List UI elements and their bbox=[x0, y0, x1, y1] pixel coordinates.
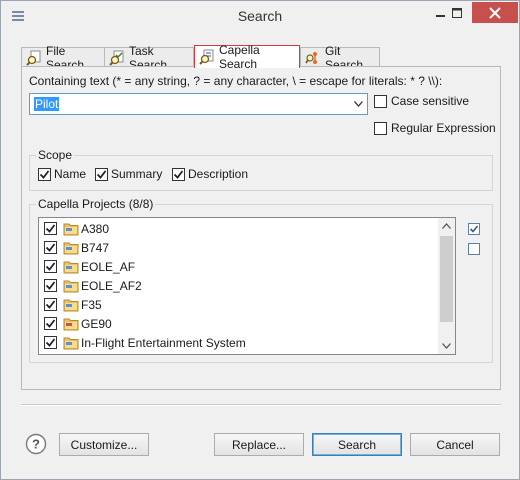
project-folder-icon bbox=[63, 223, 79, 235]
containing-text-label: Containing text (* = any string, ? = any… bbox=[29, 74, 443, 88]
project-folder-icon bbox=[63, 261, 79, 273]
project-folder-icon bbox=[63, 280, 79, 292]
scroll-thumb[interactable] bbox=[440, 236, 453, 322]
scroll-up-icon[interactable] bbox=[442, 223, 451, 229]
scope-summary-label: Summary bbox=[111, 167, 163, 181]
scope-description-checkbox[interactable] bbox=[172, 168, 185, 181]
project-label: GE90 bbox=[81, 316, 112, 331]
checkmark-icon bbox=[45, 262, 56, 271]
maximize-button[interactable] bbox=[444, 2, 470, 23]
project-checkbox[interactable] bbox=[44, 260, 57, 273]
project-label: B747 bbox=[81, 240, 110, 255]
project-folder-icon bbox=[63, 242, 79, 254]
customize-button[interactable]: Customize... bbox=[59, 433, 149, 456]
list-item[interactable]: EOLE_AF bbox=[39, 257, 439, 276]
replace-button[interactable]: Replace... bbox=[214, 433, 304, 456]
list-item[interactable]: EOLE_AF2 bbox=[39, 276, 439, 295]
deselect-all-icon[interactable] bbox=[467, 242, 481, 256]
tab-git-search[interactable]: Git Search bbox=[300, 44, 380, 72]
regular-expression-checkbox[interactable] bbox=[374, 122, 387, 135]
scope-description-label: Description bbox=[188, 167, 249, 181]
project-checkbox[interactable] bbox=[44, 241, 57, 254]
project-label: F35 bbox=[81, 297, 102, 312]
project-checkbox[interactable] bbox=[44, 279, 57, 292]
scope-summary-checkbox[interactable] bbox=[95, 168, 108, 181]
list-item[interactable]: A380 bbox=[39, 219, 439, 238]
search-text-value: Pilot bbox=[34, 97, 60, 111]
project-checkbox[interactable] bbox=[44, 222, 57, 235]
case-sensitive-checkbox[interactable] bbox=[374, 95, 387, 108]
checkmark-icon bbox=[173, 170, 184, 179]
checkmark-icon bbox=[96, 170, 107, 179]
projects-scrollbar[interactable] bbox=[438, 218, 455, 354]
checkmark-icon bbox=[45, 338, 56, 347]
project-label: EOLE_AF2 bbox=[81, 278, 142, 293]
file-search-icon bbox=[26, 50, 41, 66]
help-icon[interactable]: ? bbox=[25, 433, 47, 455]
checkmark-icon bbox=[45, 224, 56, 233]
tab-label: Capella Search bbox=[219, 43, 260, 71]
scope-title: Scope bbox=[36, 148, 75, 162]
git-search-icon bbox=[305, 51, 317, 64]
projects-list[interactable]: A380 B747 EOLE_AF EOLE_AF2 F35 GE90 In-F… bbox=[38, 217, 456, 355]
checkmark-icon bbox=[39, 170, 50, 179]
project-checkbox[interactable] bbox=[44, 298, 57, 311]
project-folder-icon bbox=[63, 318, 79, 330]
scroll-down-icon[interactable] bbox=[442, 343, 451, 349]
task-search-icon bbox=[109, 50, 124, 66]
checkmark-icon bbox=[45, 319, 56, 328]
search-dialog: Search File Search Task Search Capella S… bbox=[0, 0, 520, 480]
regular-expression-label: Regular Expression bbox=[391, 121, 496, 135]
close-icon bbox=[489, 6, 501, 19]
close-button[interactable] bbox=[472, 2, 518, 23]
tab-file-search[interactable]: File Search bbox=[21, 44, 105, 72]
project-folder-icon bbox=[63, 299, 79, 311]
list-item[interactable]: GE90 bbox=[39, 314, 439, 333]
search-text-combo[interactable]: Pilot bbox=[29, 93, 368, 115]
tab-task-search[interactable]: Task Search bbox=[104, 44, 194, 72]
search-button[interactable]: Search bbox=[312, 433, 402, 456]
select-all-icon[interactable] bbox=[467, 222, 481, 236]
projects-title: Capella Projects (8/8) bbox=[36, 197, 156, 211]
maximize-icon bbox=[452, 7, 462, 18]
checkmark-icon bbox=[45, 300, 56, 309]
list-item[interactable]: F35 bbox=[39, 295, 439, 314]
svg-text:?: ? bbox=[32, 437, 40, 452]
capella-search-icon bbox=[199, 49, 214, 65]
project-label: In-Flight Entertainment System bbox=[81, 335, 246, 350]
list-item[interactable]: In-Flight Entertainment System bbox=[39, 333, 439, 352]
case-sensitive-label: Case sensitive bbox=[391, 94, 470, 108]
scope-name-label: Name bbox=[54, 167, 87, 181]
project-folder-icon bbox=[63, 337, 79, 349]
list-item[interactable]: B747 bbox=[39, 238, 439, 257]
project-checkbox[interactable] bbox=[44, 336, 57, 349]
project-label: EOLE_AF bbox=[81, 259, 136, 274]
separator bbox=[21, 404, 501, 406]
cancel-button[interactable]: Cancel bbox=[410, 433, 500, 456]
tab-capella-search[interactable]: Capella Search bbox=[194, 43, 300, 71]
checkmark-icon bbox=[45, 281, 56, 290]
project-checkbox[interactable] bbox=[44, 317, 57, 330]
checkmark-icon bbox=[45, 243, 56, 252]
chevron-down-icon[interactable] bbox=[354, 101, 363, 107]
scope-name-checkbox[interactable] bbox=[38, 168, 51, 181]
project-label: A380 bbox=[81, 221, 110, 236]
title-bar: Search bbox=[1, 1, 519, 32]
